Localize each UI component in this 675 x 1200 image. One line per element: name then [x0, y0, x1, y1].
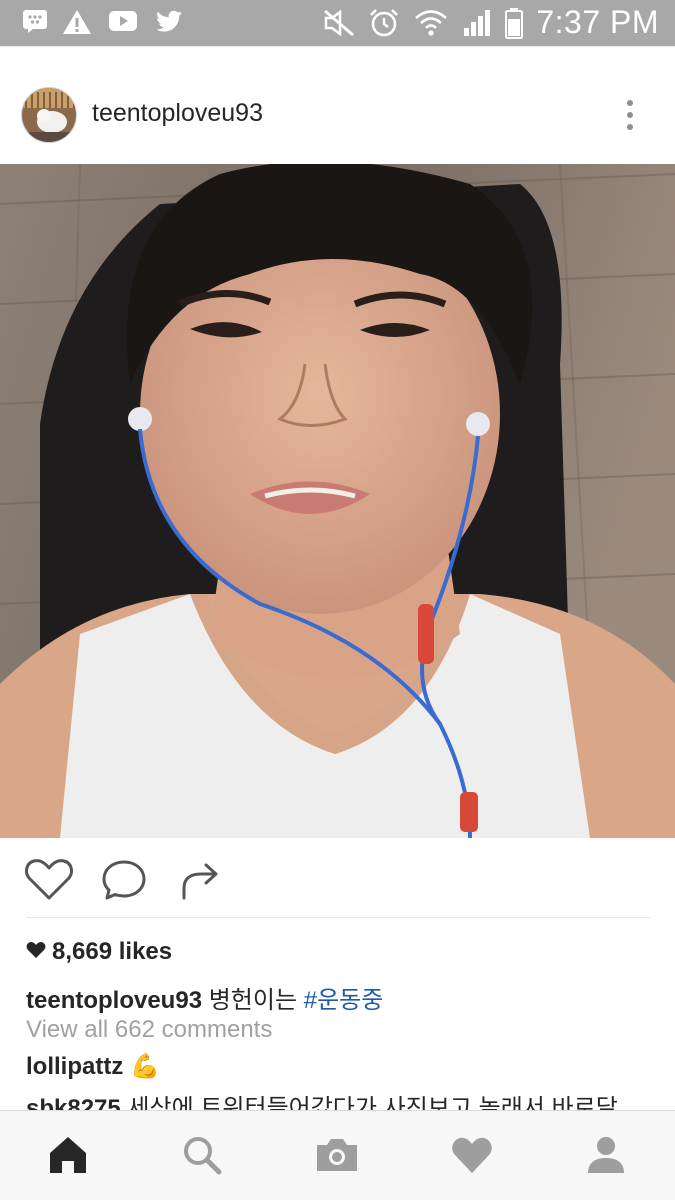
caption-username[interactable]: teentoploveu93 [26, 987, 202, 1014]
heart-filled-icon [26, 938, 46, 966]
post-photo[interactable] [0, 164, 675, 838]
post-header: teentoploveu93 [0, 46, 675, 164]
comment-text: 💪 [130, 1053, 160, 1080]
home-icon[interactable] [46, 1133, 90, 1177]
status-bar: 7:37 PM [0, 0, 675, 46]
bottom-nav [0, 1110, 675, 1200]
caption-hashtag[interactable]: #운동중 [304, 987, 384, 1014]
divider [26, 917, 650, 918]
like-heart-icon[interactable] [24, 858, 74, 902]
likes-count[interactable]: 8,669 likes [26, 938, 172, 966]
mute-icon [322, 8, 356, 43]
comment-icon[interactable] [100, 858, 150, 902]
warning-icon [62, 8, 92, 41]
signal-icon [462, 8, 494, 43]
twitter-icon [154, 8, 184, 39]
alarm-icon [368, 8, 400, 43]
likes-label: 8,669 likes [52, 938, 173, 965]
camera-icon[interactable] [314, 1133, 358, 1177]
bbm-icon [22, 8, 48, 39]
post-caption: teentoploveu93 병헌이는 #운동중 [26, 980, 383, 1015]
post-username[interactable]: teentoploveu93 [92, 99, 263, 128]
avatar[interactable] [21, 87, 77, 143]
caption-text: 병헌이는 [208, 987, 298, 1014]
wifi-icon [414, 8, 448, 43]
share-arrow-icon[interactable] [176, 858, 226, 902]
view-all-comments-link[interactable]: View all 662 comments [26, 1016, 272, 1044]
youtube-icon [108, 8, 138, 39]
comment-item: lollipattz 💪 [26, 1052, 160, 1081]
more-options-icon[interactable] [612, 97, 648, 137]
comment-username[interactable]: lollipattz [26, 1053, 123, 1080]
profile-icon[interactable] [584, 1133, 628, 1177]
post-actions [0, 838, 675, 920]
battery-icon [504, 8, 524, 45]
search-icon[interactable] [180, 1133, 224, 1177]
heart-icon[interactable] [450, 1133, 494, 1177]
status-time: 7:37 PM [536, 4, 659, 40]
